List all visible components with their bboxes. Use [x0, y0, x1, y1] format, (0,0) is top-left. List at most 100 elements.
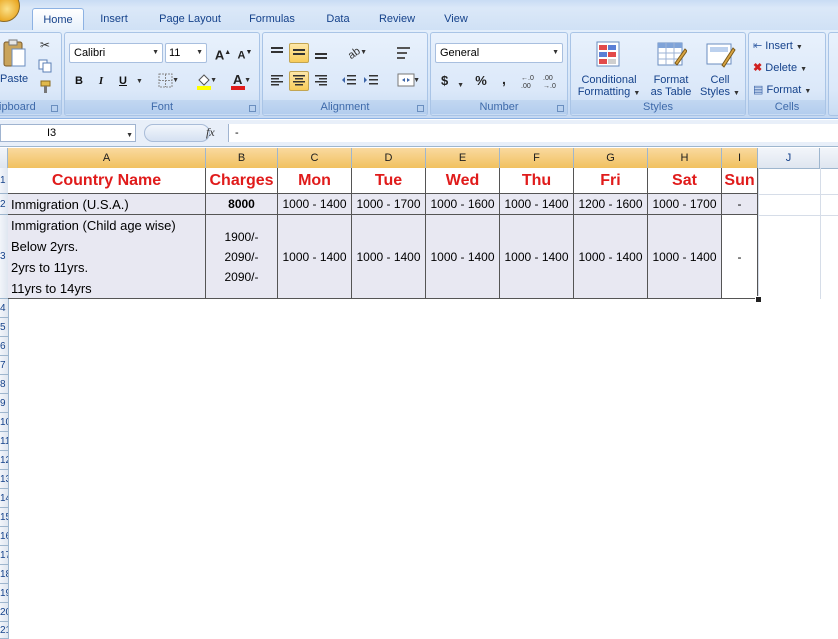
header-thu[interactable]: Thu — [500, 168, 574, 194]
align-top-button[interactable] — [267, 43, 287, 63]
orientation-button[interactable]: ab ▼ — [339, 43, 369, 63]
cell-sun-active[interactable]: - — [722, 215, 758, 299]
borders-button[interactable]: ▼ — [151, 71, 181, 91]
header-tue[interactable]: Tue — [352, 168, 426, 194]
tab-page-layout[interactable]: Page Layout — [152, 8, 228, 30]
fill-handle[interactable] — [755, 296, 762, 303]
increase-decimal-button[interactable]: ←.0.00 — [519, 71, 539, 91]
formula-bar-expander[interactable] — [144, 124, 210, 142]
row-header-8[interactable]: 8 — [0, 375, 8, 394]
header-fri[interactable]: Fri — [574, 168, 648, 194]
cell-sun[interactable]: - — [722, 194, 758, 215]
delete-cells-button[interactable]: ✖ Delete ▼ — [752, 59, 822, 77]
align-left-button[interactable] — [267, 71, 287, 91]
column-header-h[interactable]: H — [648, 148, 722, 168]
header-wed[interactable]: Wed — [426, 168, 500, 194]
cell-country-name-multiline[interactable]: Immigration (Child age wise) Below 2yrs.… — [8, 215, 206, 299]
wrap-text-button[interactable] — [393, 43, 415, 65]
format-painter-button[interactable] — [37, 79, 53, 95]
cell-tue[interactable]: 1000 - 1700 — [352, 194, 426, 215]
tab-formulas[interactable]: Formulas — [242, 8, 302, 30]
bold-button[interactable]: B — [69, 71, 89, 91]
select-all-corner[interactable] — [0, 148, 8, 168]
row-header-15[interactable]: 15 — [0, 508, 8, 527]
merge-center-button[interactable]: ▼ — [391, 71, 421, 91]
row-header-20[interactable]: 20 — [0, 603, 8, 622]
comma-button[interactable]: , — [495, 71, 513, 91]
grow-font-button[interactable]: A▲ — [213, 43, 233, 63]
row-header-3[interactable]: 3 — [0, 215, 8, 299]
align-bottom-button[interactable] — [311, 43, 331, 63]
row-header-14[interactable]: 14 — [0, 489, 8, 508]
cell-thu[interactable]: 1000 - 1400 — [500, 194, 574, 215]
cell-wed[interactable]: 1000 - 1600 — [426, 194, 500, 215]
tab-insert[interactable]: Insert — [90, 8, 138, 30]
column-header-e[interactable]: E — [426, 148, 500, 168]
cell-tue[interactable]: 1000 - 1400 — [352, 215, 426, 299]
cell-fri[interactable]: 1000 - 1400 — [574, 215, 648, 299]
row-header-13[interactable]: 13 — [0, 470, 8, 489]
row-header-6[interactable]: 6 — [0, 337, 8, 356]
cell-styles-button[interactable]: Cell Styles ▼ — [697, 35, 743, 101]
insert-cells-button[interactable]: ⇤ Insert ▼ — [752, 37, 822, 55]
underline-dropdown[interactable]: ▼ — [135, 73, 143, 89]
font-dialog-launcher[interactable] — [249, 105, 256, 112]
conditional-formatting-button[interactable]: Conditional Formatting ▼ — [573, 35, 645, 101]
paste-button[interactable]: Paste — [0, 35, 29, 95]
font-name-dropdown[interactable]: Calibri ▼ — [69, 43, 163, 63]
row-header-16[interactable]: 16 — [0, 527, 8, 546]
format-cells-button[interactable]: ▤ Format ▼ — [752, 81, 822, 99]
tab-data[interactable]: Data — [318, 8, 358, 30]
insert-function-button[interactable]: fx — [206, 125, 215, 140]
tab-review[interactable]: Review — [372, 8, 422, 30]
cell-fri[interactable]: 1200 - 1600 — [574, 194, 648, 215]
shrink-font-button[interactable]: A▼ — [235, 43, 255, 63]
tab-home[interactable]: Home — [32, 8, 84, 31]
alignment-dialog-launcher[interactable] — [417, 105, 424, 112]
cell-wed[interactable]: 1000 - 1400 — [426, 215, 500, 299]
cell-sat[interactable]: 1000 - 1700 — [648, 194, 722, 215]
number-dialog-launcher[interactable] — [557, 105, 564, 112]
row-header-5[interactable]: 5 — [0, 318, 8, 337]
header-sun[interactable]: Sun — [722, 168, 758, 194]
column-header-a[interactable]: A — [8, 148, 206, 168]
column-header-i[interactable]: I — [722, 148, 758, 168]
row-header-21[interactable]: 21 — [0, 622, 8, 639]
formula-input[interactable]: - — [228, 124, 838, 142]
fill-color-button[interactable]: ▼ — [189, 71, 219, 91]
row-header-4[interactable]: 4 — [0, 299, 8, 318]
column-header-d[interactable]: D — [352, 148, 426, 168]
cell-mon[interactable]: 1000 - 1400 — [278, 194, 352, 215]
copy-button[interactable] — [37, 58, 53, 74]
row-header-9[interactable]: 9 — [0, 394, 8, 413]
decrease-indent-button[interactable] — [339, 71, 359, 91]
header-mon[interactable]: Mon — [278, 168, 352, 194]
align-middle-button[interactable] — [289, 43, 309, 63]
cell-sat[interactable]: 1000 - 1400 — [648, 215, 722, 299]
row-header-19[interactable]: 19 — [0, 584, 8, 603]
tab-view[interactable]: View — [436, 8, 476, 30]
row-header-11[interactable]: 11 — [0, 432, 8, 451]
number-format-dropdown[interactable]: General ▼ — [435, 43, 563, 63]
name-box[interactable]: I3 ▼ — [0, 124, 136, 142]
align-right-button[interactable] — [311, 71, 331, 91]
cell-charges[interactable]: 8000 — [206, 194, 278, 215]
font-color-button[interactable]: A ▼ — [223, 71, 253, 91]
format-as-table-button[interactable]: Format as Table ▼ — [645, 35, 697, 109]
header-sat[interactable]: Sat — [648, 168, 722, 194]
cell-country-name[interactable]: Immigration (U.S.A.) — [8, 194, 206, 215]
column-header-j[interactable]: J — [758, 148, 820, 168]
underline-button[interactable]: U — [113, 71, 133, 91]
cell-mon[interactable]: 1000 - 1400 — [278, 215, 352, 299]
cell-thu[interactable]: 1000 - 1400 — [500, 215, 574, 299]
row-header-12[interactable]: 12 — [0, 451, 8, 470]
row-header-1[interactable]: 1 — [0, 168, 8, 194]
align-center-button[interactable] — [289, 71, 309, 91]
percent-button[interactable]: % — [471, 71, 491, 91]
italic-button[interactable]: I — [91, 71, 111, 91]
currency-button[interactable]: $ ▼ — [437, 71, 467, 91]
header-charges[interactable]: Charges — [206, 168, 278, 194]
cut-button[interactable]: ✂ — [37, 37, 53, 53]
row-header-10[interactable]: 10 — [0, 413, 8, 432]
decrease-decimal-button[interactable]: .00 →.0 — [541, 71, 561, 91]
